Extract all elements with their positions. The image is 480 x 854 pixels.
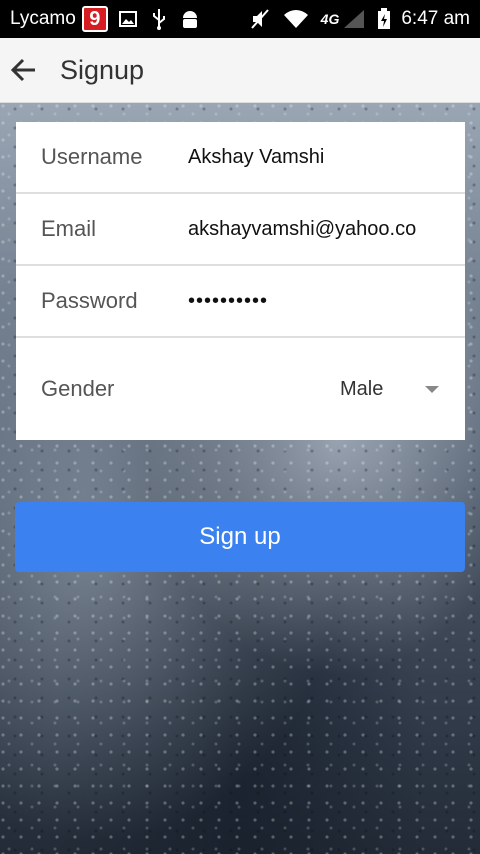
triangle-down-icon[interactable] <box>425 385 439 393</box>
username-label: Username <box>41 144 143 169</box>
status-bar: Lycamo 9 4G 6:47 am <box>0 0 480 38</box>
battery-icon <box>377 8 391 30</box>
email-row[interactable]: Email akshayvamshi@yahoo.co <box>16 194 465 266</box>
signal-icon <box>343 9 365 29</box>
email-field[interactable]: akshayvamshi@yahoo.co <box>188 218 417 241</box>
gender-row[interactable]: Gender Male <box>16 338 465 440</box>
signup-form: Username Akshay Vamshi Email akshayvamsh… <box>16 122 465 440</box>
back-button[interactable] <box>0 46 48 94</box>
usb-icon <box>150 8 168 30</box>
mute-icon <box>249 8 271 30</box>
app-badge-icon: 9 <box>81 6 108 32</box>
carrier-name: Lycamo <box>10 8 76 29</box>
password-field[interactable]: •••••••••• <box>188 290 417 313</box>
username-field[interactable]: Akshay Vamshi <box>188 146 417 169</box>
image-icon <box>118 9 138 29</box>
signup-button[interactable]: Sign up <box>15 502 465 572</box>
wifi-icon <box>283 9 309 29</box>
gender-select[interactable]: Male <box>340 378 383 401</box>
android-icon <box>180 8 200 30</box>
app-bar: Signup <box>0 38 480 103</box>
username-row[interactable]: Username Akshay Vamshi <box>16 122 465 194</box>
arrow-left-icon <box>10 58 35 82</box>
email-label: Email <box>41 216 97 241</box>
network-type-label: 4G <box>320 11 340 27</box>
clock: 6:47 am <box>401 8 470 29</box>
gender-label: Gender <box>41 376 115 401</box>
password-row[interactable]: Password •••••••••• <box>16 266 465 338</box>
password-label: Password <box>41 288 138 313</box>
page-title: Signup <box>60 54 145 85</box>
